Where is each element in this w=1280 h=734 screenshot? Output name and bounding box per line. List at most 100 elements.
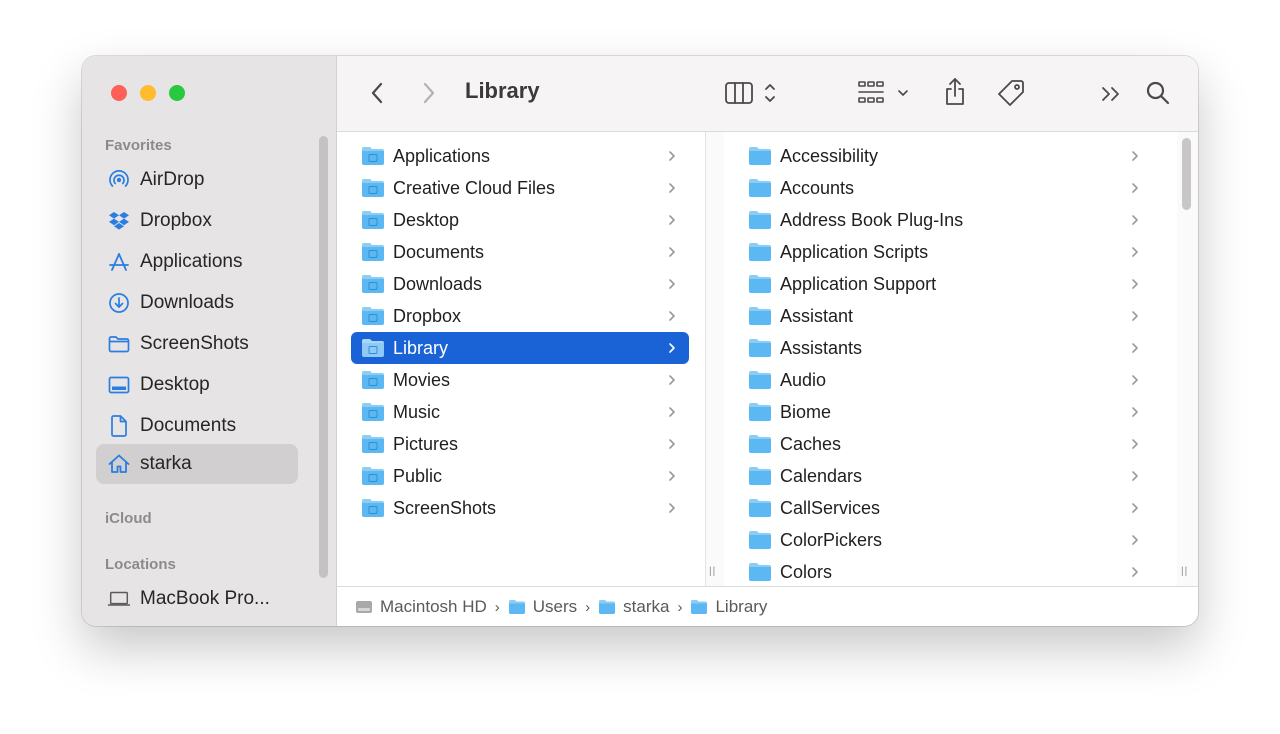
view-mode-button[interactable] <box>723 78 783 108</box>
folder-row[interactable]: Movies <box>351 364 689 396</box>
folder-label: Creative Cloud Files <box>393 177 556 198</box>
folder-row[interactable]: Assistant <box>738 300 1152 332</box>
folder-row[interactable]: Accessibility <box>738 140 1152 172</box>
sidebar-item-documents[interactable]: Documents <box>96 406 298 446</box>
folder-row[interactable]: ColorPickers <box>738 524 1152 556</box>
folder-row[interactable]: Public <box>351 460 689 492</box>
chevron-left-icon <box>371 82 383 104</box>
folder-label: Applications <box>393 145 491 166</box>
folder-row[interactable]: Accounts <box>738 172 1152 204</box>
folder-row[interactable]: Colors <box>738 556 1152 588</box>
folder-icon <box>107 332 131 356</box>
folder-row[interactable]: Calendars <box>738 460 1152 492</box>
sidebar-item-desktop[interactable]: Desktop <box>96 365 298 405</box>
sidebar: Favorites AirDrop Dropbox Applications D… <box>82 56 337 626</box>
folder-row[interactable]: Address Book Plug-Ins <box>738 204 1152 236</box>
sidebar-item-screenshots[interactable]: ScreenShots <box>96 324 298 364</box>
column-library: Accessibility Accounts Address Book Plug… <box>724 132 1176 586</box>
chevron-right-icon <box>665 214 679 226</box>
folder-row[interactable]: ScreenShots <box>351 492 689 524</box>
folder-label: Pictures <box>393 433 459 454</box>
folder-row[interactable]: CallServices <box>738 492 1152 524</box>
folder-label: ColorPickers <box>780 529 883 550</box>
search-button[interactable] <box>1143 78 1173 108</box>
folder-row[interactable]: Desktop <box>351 204 689 236</box>
chevron-right-icon <box>1128 182 1142 194</box>
folder-row[interactable]: Application Support <box>738 268 1152 300</box>
chevron-right-icon <box>1128 310 1142 322</box>
sidebar-item-label: ScreenShots <box>140 333 249 354</box>
back-button[interactable] <box>365 80 389 106</box>
column-resize-handle[interactable]: || <box>1181 566 1188 577</box>
folder-row[interactable]: Audio <box>738 364 1152 396</box>
folder-icon <box>748 146 772 166</box>
grid-group-icon <box>858 81 908 103</box>
path-segment[interactable]: Library <box>690 597 767 617</box>
sidebar-scrollbar[interactable] <box>319 136 328 578</box>
applications-icon <box>107 250 131 274</box>
close-window-button[interactable] <box>111 85 127 101</box>
folder-label: Accessibility <box>780 145 879 166</box>
folder-row[interactable]: Application Scripts <box>738 236 1152 268</box>
forward-button[interactable] <box>417 80 441 106</box>
folder-row[interactable]: Downloads <box>351 268 689 300</box>
zoom-window-button[interactable] <box>169 85 185 101</box>
sidebar-item-airdrop[interactable]: AirDrop <box>96 160 298 200</box>
minimize-window-button[interactable] <box>140 85 156 101</box>
folder-row[interactable]: Caches <box>738 428 1152 460</box>
column-scrollbar[interactable] <box>1182 138 1191 210</box>
folder-row[interactable]: Applications <box>351 140 689 172</box>
folder-label: Assistant <box>780 305 854 326</box>
folder-icon <box>748 210 772 230</box>
folder-row[interactable]: Assistants <box>738 332 1152 364</box>
sidebar-item-downloads[interactable]: Downloads <box>96 283 298 323</box>
folder-icon <box>361 434 385 454</box>
group-button[interactable] <box>857 78 913 108</box>
folder-row[interactable]: Music <box>351 396 689 428</box>
chevron-right-icon <box>1128 470 1142 482</box>
chevron-right-icon <box>1128 278 1142 290</box>
folder-row[interactable]: Library <box>351 332 689 364</box>
path-segment[interactable]: starka <box>598 597 669 617</box>
chevron-right-icon <box>665 438 679 450</box>
sidebar-item-starka[interactable]: starka <box>96 444 298 484</box>
folder-label: Address Book Plug-Ins <box>780 209 964 230</box>
path-segment[interactable]: Users <box>508 597 577 617</box>
downloads-icon <box>107 291 131 315</box>
column-resize-handle[interactable]: || <box>709 566 716 577</box>
desktop-icon <box>107 373 131 397</box>
folder-row[interactable]: Biome <box>738 396 1152 428</box>
sidebar-item-label: Documents <box>140 415 237 436</box>
folder-icon <box>748 562 772 582</box>
folder-label: Desktop <box>393 209 460 230</box>
folder-row[interactable]: Pictures <box>351 428 689 460</box>
folder-label: Dropbox <box>393 305 462 326</box>
folder-icon <box>361 210 385 230</box>
chevron-right-icon <box>665 406 679 418</box>
column-divider <box>706 132 724 586</box>
sidebar-item-macbook[interactable]: MacBook Pro... <box>96 579 298 619</box>
chevron-right-icon <box>1128 534 1142 546</box>
chevron-right-icon <box>665 150 679 162</box>
folder-icon <box>361 146 385 166</box>
chevron-right-icon <box>665 246 679 258</box>
folder-label: Biome <box>780 401 832 422</box>
locations-header[interactable]: Locations <box>105 556 176 573</box>
share-button[interactable] <box>941 76 969 108</box>
folder-row[interactable]: Documents <box>351 236 689 268</box>
laptop-icon <box>107 587 131 611</box>
folder-icon <box>361 306 385 326</box>
folder-label: Assistants <box>780 337 863 358</box>
sidebar-item-label: Desktop <box>140 374 210 395</box>
sidebar-item-dropbox[interactable]: Dropbox <box>96 201 298 241</box>
more-toolbar-button[interactable] <box>1099 82 1123 106</box>
folder-row[interactable]: Dropbox <box>351 300 689 332</box>
sidebar-item-applications[interactable]: Applications <box>96 242 298 282</box>
icloud-header[interactable]: iCloud <box>105 510 152 527</box>
folder-label: Music <box>393 401 441 422</box>
sidebar-item-label: Dropbox <box>140 210 212 231</box>
path-segment[interactable]: Macintosh HD <box>355 597 487 617</box>
chevron-right-icon <box>665 470 679 482</box>
tag-button[interactable] <box>995 78 1027 108</box>
folder-row[interactable]: Creative Cloud Files <box>351 172 689 204</box>
